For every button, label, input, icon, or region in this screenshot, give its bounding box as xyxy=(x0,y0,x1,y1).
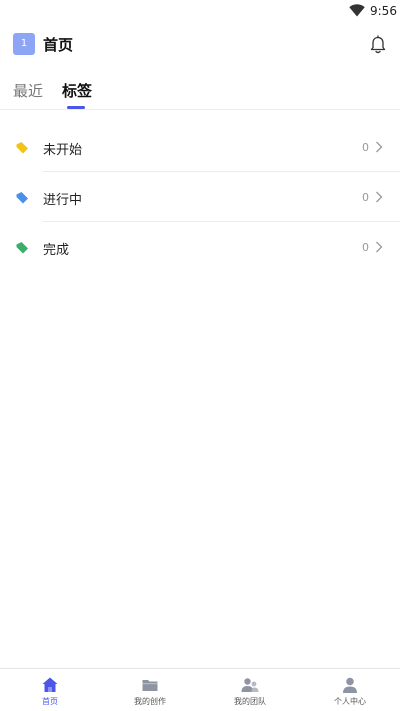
nav-label: 首页 xyxy=(42,697,58,706)
tag-row-done[interactable]: 完成 0 xyxy=(0,222,400,272)
tag-list: 未开始 0 进行中 0 完成 0 xyxy=(0,122,400,272)
page-title: 首页 xyxy=(43,36,74,54)
tag-count: 0 xyxy=(362,141,369,154)
tag-label: 未开始 xyxy=(43,143,83,158)
bell-icon[interactable] xyxy=(369,35,387,55)
nav-my-creations[interactable]: 我的创作 xyxy=(100,669,200,711)
workspace-badge[interactable]: 1 xyxy=(13,33,35,55)
tag-icon xyxy=(16,242,28,254)
team-icon xyxy=(241,678,259,692)
tag-icon xyxy=(16,192,28,204)
folder-icon xyxy=(142,680,158,691)
app-header: 1 首页 xyxy=(0,30,400,60)
nav-profile[interactable]: 个人中心 xyxy=(300,669,400,711)
tab-tags[interactable]: 标签 xyxy=(62,80,92,101)
tag-icon xyxy=(16,142,28,154)
nav-label: 个人中心 xyxy=(334,697,366,706)
tag-row-in-progress[interactable]: 进行中 0 xyxy=(0,172,400,222)
tag-row-not-started[interactable]: 未开始 0 xyxy=(0,122,400,172)
status-time: 9:56 xyxy=(370,4,397,18)
nav-home[interactable]: 首页 xyxy=(0,669,100,711)
tab-recent[interactable]: 最近 xyxy=(13,80,43,101)
tag-label: 进行中 xyxy=(43,193,83,208)
tab-bar: 最近 标签 xyxy=(0,78,400,110)
status-bar: 9:56 xyxy=(0,0,400,22)
nav-label: 我的团队 xyxy=(234,697,266,706)
chevron-right-icon xyxy=(376,241,383,253)
tag-label: 完成 xyxy=(43,243,70,258)
nav-label: 我的创作 xyxy=(134,697,166,706)
chevron-right-icon xyxy=(376,141,383,153)
home-icon xyxy=(42,677,58,692)
tag-count: 0 xyxy=(362,241,369,254)
chevron-right-icon xyxy=(376,191,383,203)
wifi-icon xyxy=(349,4,365,17)
person-icon xyxy=(343,677,357,693)
active-tab-indicator xyxy=(67,106,85,109)
bottom-nav: 首页 我的创作 我的团队 个人中心 xyxy=(0,668,400,711)
nav-my-team[interactable]: 我的团队 xyxy=(200,669,300,711)
tag-count: 0 xyxy=(362,191,369,204)
